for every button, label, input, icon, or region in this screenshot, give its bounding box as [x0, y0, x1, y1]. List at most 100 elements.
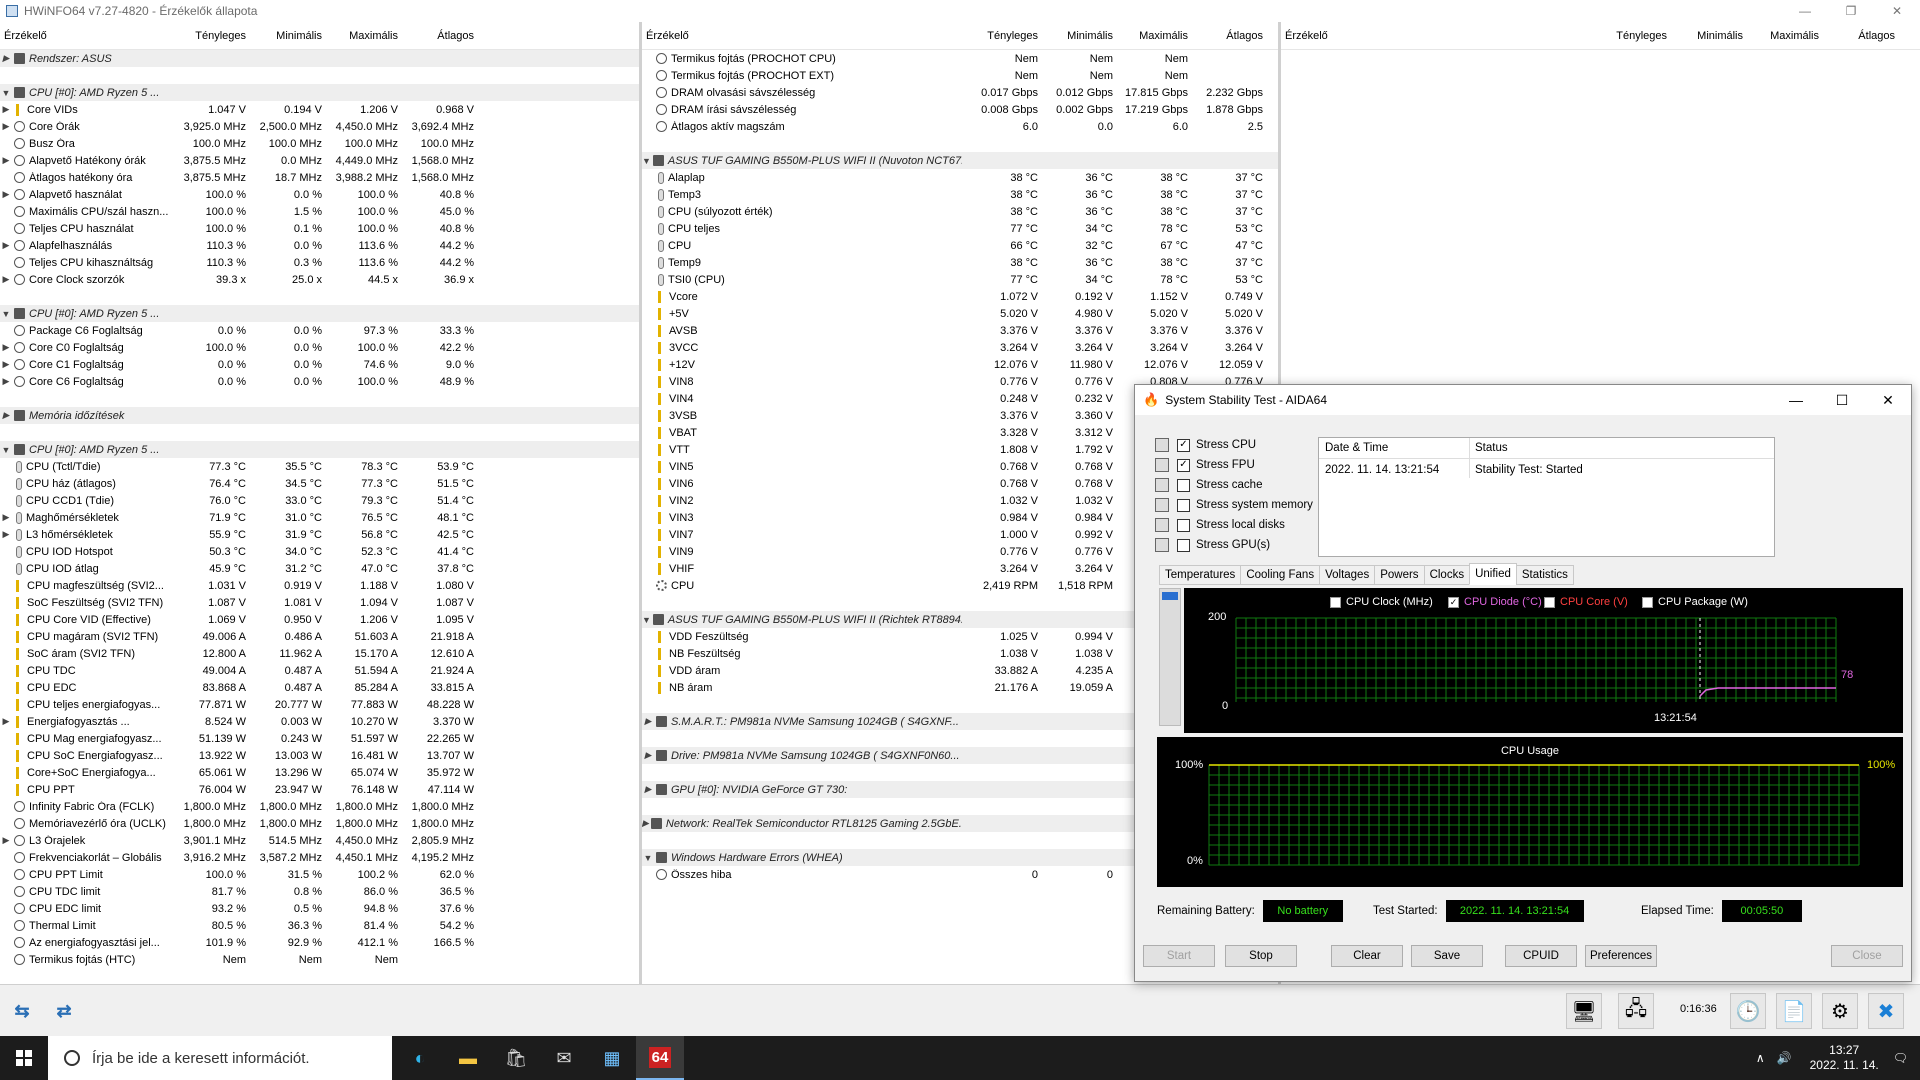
- sensor-row[interactable]: Átlagos aktív magszám 6.0 0.0 6.0 2.5: [642, 118, 1278, 135]
- sensor-row[interactable]: CPU PPT 76.004 W 23.947 W 76.148 W 47.114 W: [0, 781, 640, 798]
- collapse-arrows-icon[interactable]: ⇆: [4, 1000, 40, 1022]
- sensor-row[interactable]: Teljes CPU kihasználtság 110.3 % 0.3 % 113.…: [0, 254, 640, 271]
- sensor-row[interactable]: Temp3 38 °C 36 °C 38 °C 37 °C: [642, 186, 1278, 203]
- sensor-row[interactable]: AVSB 3.376 V 3.376 V 3.376 V 3.376 V: [642, 322, 1278, 339]
- sensor-row[interactable]: CPU teljes 77 °C 34 °C 78 °C 53 °C: [642, 220, 1278, 237]
- collapse-arrow-icon[interactable]: ▼: [642, 156, 651, 166]
- maximize-icon[interactable]: ☐: [1819, 385, 1865, 415]
- sensor-row[interactable]: ▶ Core Órák 3,925.0 MHz 2,500.0 MHz 4,450.0 …: [0, 118, 640, 135]
- sensor-row[interactable]: Termikus fojtás (PROCHOT EXT) Nem Nem Nem: [642, 67, 1278, 84]
- stress-checkbox[interactable]: ✓: [1177, 458, 1190, 472]
- expand-arrow-icon[interactable]: ▶: [642, 818, 649, 829]
- sensor-row[interactable]: SoC Feszültség (SVI2 TFN) 1.087 V 1.081 V 1…: [0, 594, 640, 611]
- stress-option[interactable]: Stress system memory: [1155, 495, 1313, 515]
- stress-option[interactable]: ✓ Stress CPU: [1155, 435, 1313, 455]
- collapse-arrow-icon[interactable]: ▼: [642, 615, 651, 625]
- sensor-row[interactable]: CPU IOD átlag 45.9 °C 31.2 °C 47.0 °C 37.8 °…: [0, 560, 640, 577]
- clear-button[interactable]: Clear: [1331, 945, 1403, 967]
- expand-arrow-icon[interactable]: ▶: [642, 716, 654, 727]
- sensor-row[interactable]: Átlagos hatékony óra 3,875.5 MHz 18.7 MHz 3…: [0, 169, 640, 186]
- sensor-row[interactable]: ▶ Core VIDs 1.047 V 0.194 V 1.206 V 0.968 V: [0, 101, 640, 118]
- sensor-row[interactable]: Package C6 Foglaltság 0.0 % 0.0 % 97.3 % 33.…: [0, 322, 640, 339]
- sensor-row[interactable]: ▶ Energiafogyasztás ... 8.524 W 0.003 W 10.2…: [0, 713, 640, 730]
- expand-arrow-icon[interactable]: ▶: [0, 53, 12, 64]
- sensor-row[interactable]: CPU TDC 49.004 A 0.487 A 51.594 A 21.924 A: [0, 662, 640, 679]
- sensor-row[interactable]: Vcore 1.072 V 0.192 V 1.152 V 0.749 V: [642, 288, 1278, 305]
- sensor-group-row[interactable]: ▼ CPU [#0]: AMD Ryzen 5 ...: [0, 305, 640, 322]
- sensor-row[interactable]: CPU EDC 83.868 A 0.487 A 85.284 A 33.815 A: [0, 679, 640, 696]
- sensor-row[interactable]: CPU Core VID (Effective) 1.069 V 0.950 V 1.…: [0, 611, 640, 628]
- sensor-row[interactable]: ▶ Core C6 Foglaltság 0.0 % 0.0 % 100.0 % 48.9…: [0, 373, 640, 390]
- mail-icon[interactable]: ✉: [540, 1036, 588, 1080]
- sensor-row[interactable]: CPU PPT Limit 100.0 % 31.5 % 100.2 % 62.0 %: [0, 866, 640, 883]
- expand-arrow-icon[interactable]: ▶: [0, 240, 12, 251]
- expand-arrow-icon[interactable]: ▶: [0, 835, 12, 846]
- sensor-row[interactable]: CPU EDC limit 93.2 % 0.5 % 94.8 % 37.6 %: [0, 900, 640, 917]
- minimize-icon[interactable]: —: [1782, 0, 1828, 22]
- sensor-group-row[interactable]: ▼ ASUS TUF GAMING B550M-PLUS WIFI II (Nuv…: [642, 152, 1278, 169]
- sensor-row[interactable]: Infinity Fabric Óra (FCLK) 1,800.0 MHz 1,8…: [0, 798, 640, 815]
- notification-icon[interactable]: 🗨: [1893, 1051, 1908, 1065]
- sensor-row[interactable]: ▶ Core C0 Foglaltság 100.0 % 0.0 % 100.0 % 42…: [0, 339, 640, 356]
- minimize-icon[interactable]: —: [1773, 385, 1819, 415]
- sensor-row[interactable]: TSI0 (CPU) 77 °C 34 °C 78 °C 53 °C: [642, 271, 1278, 288]
- tab-cooling-fans[interactable]: Cooling Fans: [1240, 565, 1321, 585]
- col-header-avg[interactable]: Átlagos: [1192, 30, 1267, 42]
- start-button[interactable]: Start: [1143, 945, 1215, 967]
- sensor-row[interactable]: ▶ L3 Órajelek 3,901.1 MHz 514.5 MHz 4,450.0 …: [0, 832, 640, 849]
- col-header-sensor[interactable]: Érzékelő: [0, 30, 178, 42]
- stress-option[interactable]: Stress cache: [1155, 475, 1313, 495]
- col-header-max[interactable]: Maximális: [1747, 30, 1823, 42]
- sensor-row[interactable]: DRAM olvasási sávszélesség 0.017 Gbps 0.01…: [642, 84, 1278, 101]
- expand-arrow-icon[interactable]: ▶: [0, 376, 12, 387]
- cpuid-button[interactable]: CPUID: [1505, 945, 1577, 967]
- sensor-row[interactable]: CPU Mag energiafogyasz... 51.139 W 0.243 W…: [0, 730, 640, 747]
- sensor-row[interactable]: ▶ L3 hőmérsékletek 55.9 °C 31.9 °C 56.8 °C 42…: [0, 526, 640, 543]
- close-x-icon[interactable]: ✖: [1868, 993, 1904, 1029]
- preferences-button[interactable]: Preferences: [1585, 945, 1657, 967]
- sensor-row[interactable]: +5V 5.020 V 4.980 V 5.020 V 5.020 V: [642, 305, 1278, 322]
- edge-browser-icon[interactable]: ◐: [396, 1036, 444, 1080]
- sensor-row[interactable]: CPU magfeszültség (SVI2... 1.031 V 0.919 V…: [0, 577, 640, 594]
- sensor-row[interactable]: ▶ Core C1 Foglaltság 0.0 % 0.0 % 74.6 % 9.0 %: [0, 356, 640, 373]
- sensor-scrollbar[interactable]: [1159, 588, 1181, 726]
- sensor-row[interactable]: CPU 66 °C 32 °C 67 °C 47 °C: [642, 237, 1278, 254]
- tab-clocks[interactable]: Clocks: [1423, 565, 1471, 585]
- monitor-network-icon[interactable]: 🖥: [1566, 993, 1602, 1029]
- col-header-avg[interactable]: Átlagos: [1823, 30, 1899, 42]
- collapse-arrow-icon[interactable]: ▼: [642, 853, 654, 863]
- sensor-row[interactable]: ▶ Alapvető Hatékony órák 3,875.5 MHz 0.0 MH…: [0, 152, 640, 169]
- collapse-arrow-icon[interactable]: ▼: [0, 309, 12, 319]
- sensor-row[interactable]: +12V 12.076 V 11.980 V 12.076 V 12.059 V: [642, 356, 1278, 373]
- stress-option[interactable]: Stress GPU(s): [1155, 535, 1313, 555]
- col-header-current[interactable]: Tényleges: [178, 30, 250, 42]
- restore-icon[interactable]: ❐: [1828, 0, 1874, 22]
- taskbar-search[interactable]: Írja be ide a keresett információt.: [48, 1036, 392, 1080]
- aida64-taskbar-icon[interactable]: 64: [636, 1036, 684, 1080]
- sensor-group-row[interactable]: ▼ CPU [#0]: AMD Ryzen 5 ...: [0, 84, 640, 101]
- sensor-row[interactable]: CPU IOD Hotspot 50.3 °C 34.0 °C 52.3 °C 41.4…: [0, 543, 640, 560]
- sensor-row[interactable]: Memóriavezérlő óra (UCLK) 1,800.0 MHz 1,80…: [0, 815, 640, 832]
- sensor-row[interactable]: Alaplap 38 °C 36 °C 38 °C 37 °C: [642, 169, 1278, 186]
- scroll-thumb[interactable]: [1162, 592, 1178, 600]
- network-computers-icon[interactable]: 🖧: [1618, 993, 1654, 1029]
- volume-icon[interactable]: 🔊: [1777, 1051, 1792, 1065]
- expand-arrows-icon[interactable]: ⇄: [46, 1000, 82, 1022]
- settings-gear-icon[interactable]: ⚙: [1822, 993, 1858, 1029]
- tab-statistics[interactable]: Statistics: [1515, 565, 1574, 585]
- stress-option[interactable]: Stress local disks: [1155, 515, 1313, 535]
- stress-checkbox[interactable]: [1177, 538, 1190, 552]
- hwinfo-taskbar-icon[interactable]: ▦: [588, 1036, 636, 1080]
- col-header-sensor[interactable]: Érzékelő: [1281, 30, 1591, 42]
- col-header-max[interactable]: Maximális: [1117, 30, 1192, 42]
- sensor-row[interactable]: CPU TDC limit 81.7 % 0.8 % 86.0 % 36.5 %: [0, 883, 640, 900]
- expand-arrow-icon[interactable]: ▶: [0, 155, 12, 166]
- sensor-row[interactable]: CPU ház (átlagos) 76.4 °C 34.5 °C 77.3 °C 51…: [0, 475, 640, 492]
- col-header-current[interactable]: Tényleges: [1591, 30, 1671, 42]
- start-button[interactable]: [0, 1036, 48, 1080]
- sensor-row[interactable]: Maximális CPU/szál haszn... 100.0 % 1.5 % 1…: [0, 203, 640, 220]
- tab-voltages[interactable]: Voltages: [1319, 565, 1376, 585]
- sensor-row[interactable]: Busz Óra 100.0 MHz 100.0 MHz 100.0 MHz 100.0…: [0, 135, 640, 152]
- tab-unified[interactable]: Unified: [1469, 563, 1517, 585]
- close-button[interactable]: Close: [1831, 945, 1903, 967]
